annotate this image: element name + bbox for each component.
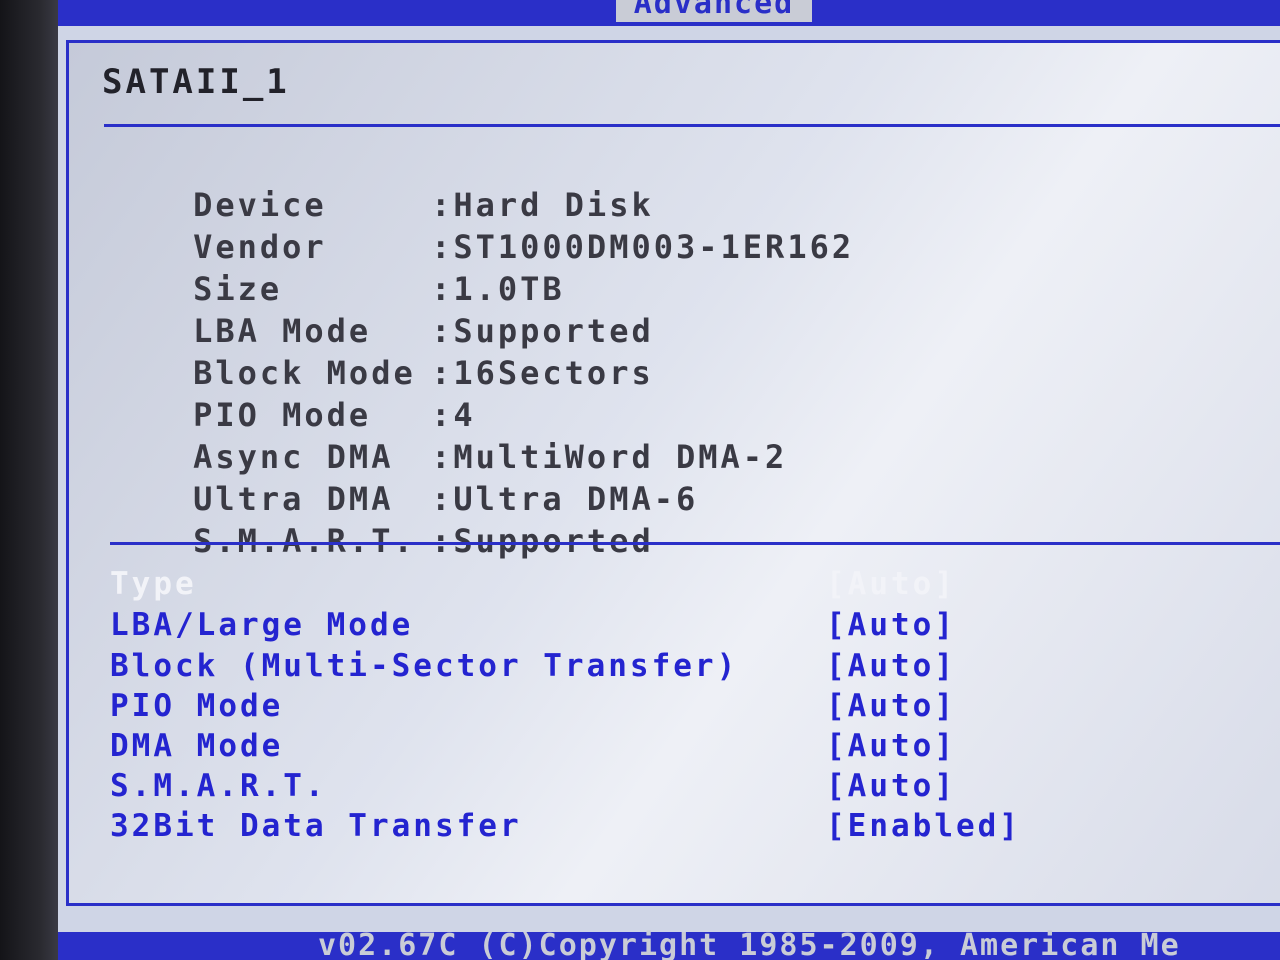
info-value: Supported: [453, 522, 654, 560]
info-value: 16Sectors: [453, 354, 654, 392]
option-block-transfer[interactable]: Block (Multi-Sector Transfer) [Auto]: [110, 648, 1030, 688]
option-label: Block (Multi-Sector Transfer): [110, 648, 739, 684]
option-value[interactable]: [Auto]: [826, 566, 956, 602]
tab-advanced[interactable]: Advanced: [616, 0, 812, 22]
option-32bit-data-transfer[interactable]: 32Bit Data Transfer [Enabled]: [110, 808, 1030, 848]
title-divider: [104, 124, 1280, 127]
option-value[interactable]: [Auto]: [826, 688, 956, 724]
options-divider: [110, 542, 1280, 545]
option-dma-mode[interactable]: DMA Mode [Auto]: [110, 728, 1030, 768]
option-label: 32Bit Data Transfer: [110, 808, 522, 844]
option-pio-mode[interactable]: PIO Mode [Auto]: [110, 688, 1030, 728]
option-value[interactable]: [Enabled]: [826, 808, 1021, 844]
info-label: S.M.A.R.T.: [193, 522, 416, 560]
option-value[interactable]: [Auto]: [826, 648, 956, 684]
option-label: S.M.A.R.T.: [110, 768, 327, 804]
option-lba-large-mode[interactable]: LBA/Large Mode [Auto]: [110, 607, 1030, 647]
info-separator: :: [431, 522, 454, 560]
option-smart[interactable]: S.M.A.R.T. [Auto]: [110, 768, 1030, 808]
option-label: PIO Mode: [110, 688, 284, 724]
bios-screen: Advanced SATAII_1 Device:Hard Disk Vendo…: [0, 0, 1280, 960]
option-label: LBA/Large Mode: [110, 607, 414, 643]
option-value[interactable]: [Auto]: [826, 728, 956, 764]
page-title: SATAII_1: [102, 62, 290, 102]
monitor-bezel: [0, 0, 58, 960]
option-type[interactable]: Type [Auto]: [110, 566, 1030, 606]
option-label: DMA Mode: [110, 728, 284, 764]
option-label: Type: [110, 566, 197, 602]
option-value[interactable]: [Auto]: [826, 607, 956, 643]
option-value[interactable]: [Auto]: [826, 768, 956, 804]
copyright-text: v02.67C (C)Copyright 1985-2009, American…: [318, 928, 1181, 960]
